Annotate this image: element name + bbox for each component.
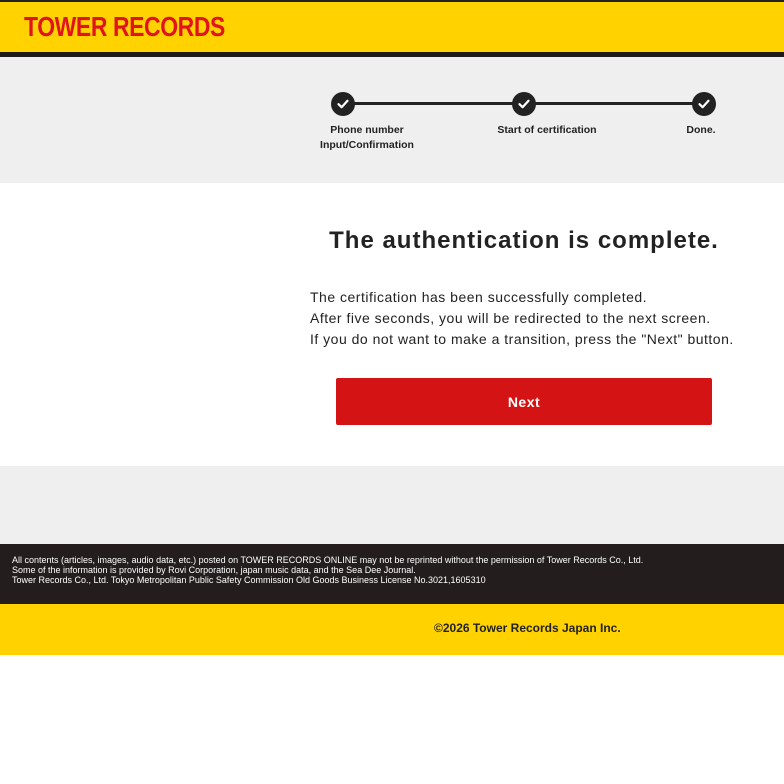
page-title: The authentication is complete. (329, 227, 719, 254)
message-line-2: After five seconds, you will be redirect… (310, 310, 711, 326)
footer-notice-line-2: Some of the information is provided by R… (12, 565, 416, 575)
content-spacer (0, 466, 784, 544)
tower-records-logo[interactable]: TOWER RECORDS (24, 11, 225, 43)
step-1-check-icon (331, 92, 355, 116)
site-header: TOWER RECORDS (0, 0, 784, 57)
footer-notice-line-1: All contents (articles, images, audio da… (12, 555, 644, 565)
step-2-label-line1: Start of certification (497, 124, 597, 136)
progress-steps: Phone number Input/Confirmation Start of… (0, 57, 784, 183)
footer-notice-line-3: Tower Records Co., Ltd. Tokyo Metropolit… (12, 575, 486, 585)
footer-copyright-bar: ©2026 Tower Records Japan Inc. (0, 604, 784, 655)
message-line-3: If you do not want to make a transition,… (310, 331, 734, 347)
completion-message: The certification has been successfully … (310, 287, 780, 350)
step-connector-2 (524, 102, 704, 105)
next-button[interactable]: Next (336, 378, 712, 425)
step-2-label: Start of certification (477, 123, 617, 138)
main-content: The authentication is complete. The cert… (0, 183, 784, 466)
step-connector-1 (343, 102, 524, 105)
step-1-label-line1: Phone number (330, 124, 404, 136)
step-2-check-icon (512, 92, 536, 116)
footer-notice: All contents (articles, images, audio da… (0, 544, 784, 604)
step-1-label: Phone number Input/Confirmation (307, 123, 427, 153)
message-line-1: The certification has been successfully … (310, 289, 648, 305)
step-3-label: Done. (670, 123, 732, 138)
step-1-label-line2: Input/Confirmation (320, 139, 414, 151)
step-3-check-icon (692, 92, 716, 116)
copyright-text: ©2026 Tower Records Japan Inc. (434, 621, 621, 635)
step-3-label-line1: Done. (686, 124, 716, 136)
